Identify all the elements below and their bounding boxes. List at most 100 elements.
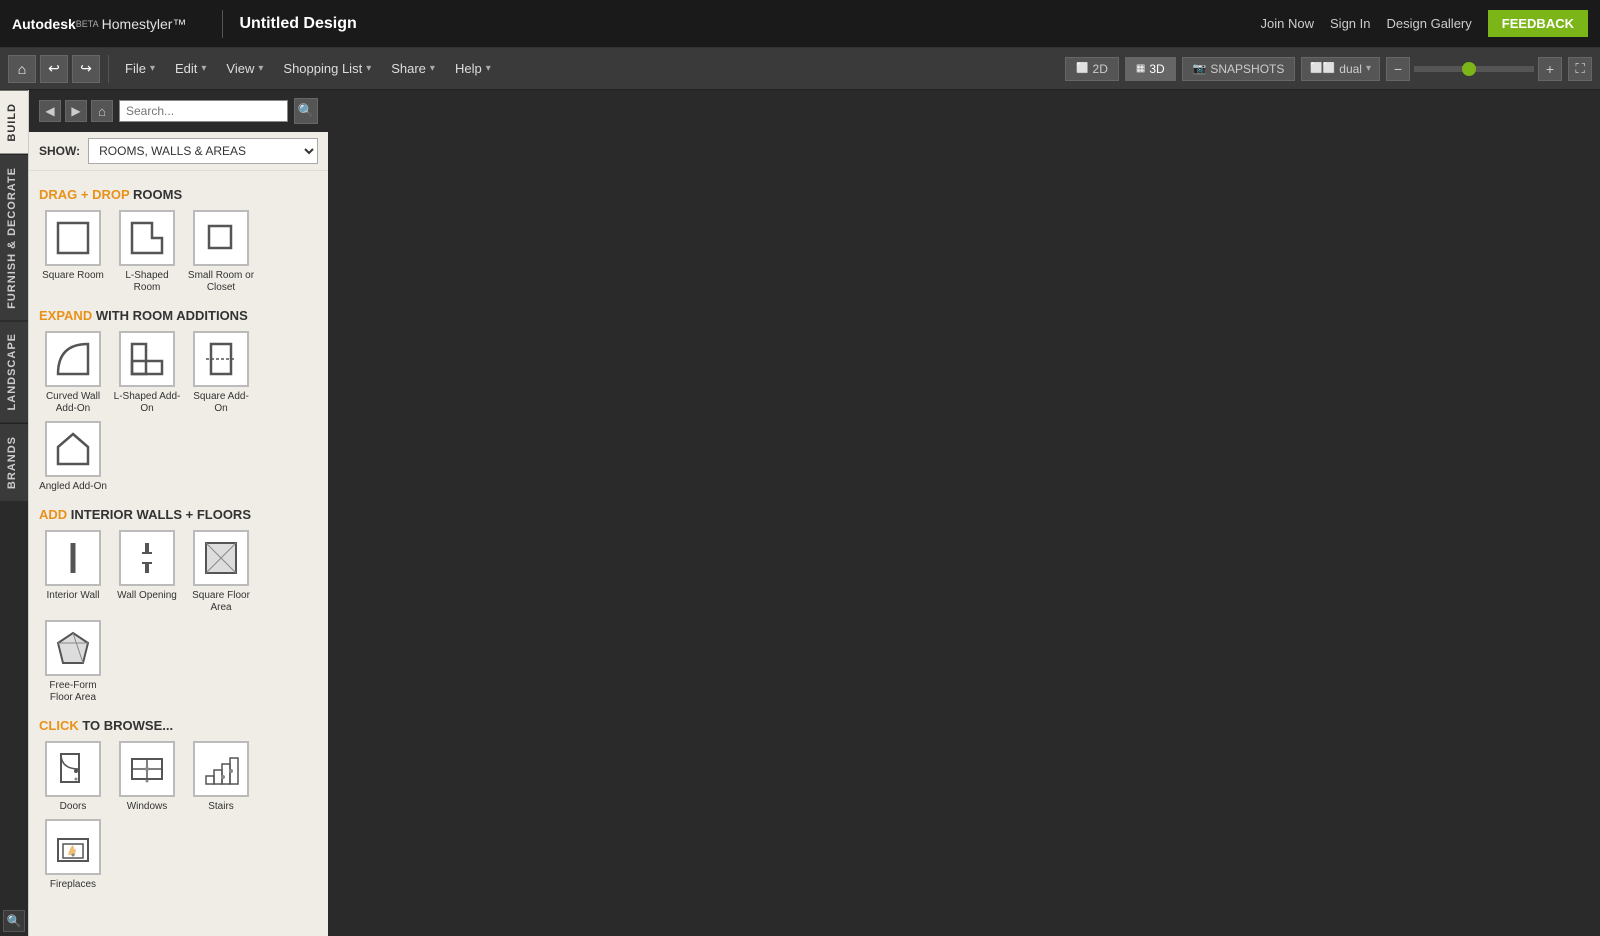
fullscreen-button[interactable]: ⛶ (1568, 57, 1592, 81)
file-arrow: ▾ (150, 63, 155, 74)
curved-wall-item[interactable]: Curved Wall Add-On (39, 331, 107, 415)
share-arrow: ▾ (430, 63, 435, 74)
edit-menu[interactable]: Edit ▾ (167, 55, 214, 83)
right-panel: ◀ ▶ ⌂ 🔍 SHOW: ROOMS, WALLS & AREAS FLOOR… (28, 90, 328, 936)
dual-button[interactable]: ⬜⬜ dual ▾ (1301, 57, 1380, 81)
main-area: ↺ ↻ ▲ ▼ ◀ ▶ ✛ (0, 90, 1600, 936)
zoom-slider[interactable] (1414, 66, 1534, 72)
windows-label: Windows (127, 801, 168, 813)
edit-arrow: ▾ (201, 63, 206, 74)
feedback-button[interactable]: FEEDBACK (1488, 10, 1588, 37)
toolbar: ⌂ ↩ ↪ File ▾ Edit ▾ View ▾ Shopping List… (0, 48, 1600, 90)
square-floor-icon (193, 530, 249, 586)
brands-tab[interactable]: BRANDS (0, 423, 28, 501)
wall-opening-icon (119, 530, 175, 586)
windows-item[interactable]: Windows (113, 741, 181, 813)
free-form-floor-label: Free-Form Floor Area (39, 680, 107, 704)
l-add-on-label: L-Shaped Add-On (113, 391, 181, 415)
square-add-on-label: Square Add-On (187, 391, 255, 415)
furnish-decorate-tab[interactable]: FURNISH & DECORATE (0, 154, 28, 321)
show-select[interactable]: ROOMS, WALLS & AREAS FLOOR PLAN 3D VIEW (88, 138, 318, 164)
design-gallery-link[interactable]: Design Gallery (1387, 16, 1472, 31)
undo-button[interactable]: ↩ (40, 55, 68, 83)
landscape-tab[interactable]: LANDSCAPE (0, 320, 28, 422)
doors-item[interactable]: Doors (39, 741, 107, 813)
panel-search-button[interactable]: 🔍 (294, 98, 318, 124)
l-add-on-item[interactable]: L-Shaped Add-On (113, 331, 181, 415)
help-arrow: ▾ (486, 63, 491, 74)
stairs-item[interactable]: Stairs (187, 741, 255, 813)
autodesk-text: Autodesk (12, 16, 76, 32)
join-now-link[interactable]: Join Now (1261, 16, 1314, 31)
rooms-section-title: DRAG + DROP ROOMS (39, 187, 318, 202)
toolbar-separator (108, 55, 109, 83)
free-form-floor-item[interactable]: Free-Form Floor Area (39, 620, 107, 704)
share-menu[interactable]: Share ▾ (383, 55, 443, 83)
zoom-out-button[interactable]: − (1386, 57, 1410, 81)
2d-view-button[interactable]: ⬜ 2D (1065, 57, 1119, 81)
help-menu[interactable]: Help ▾ (447, 55, 499, 83)
shopping-arrow: ▾ (366, 63, 371, 74)
square-floor-label: Square Floor Area (187, 590, 255, 614)
small-room-item[interactable]: Small Room or Closet (187, 210, 255, 294)
interior-wall-icon (45, 530, 101, 586)
panel-search-input[interactable] (119, 100, 288, 122)
stairs-label: Stairs (208, 801, 234, 813)
panel-content: DRAG + DROP ROOMS Square Room (29, 171, 328, 936)
top-bar: Autodesk BETA Homestyler™ Untitled Desig… (0, 0, 1600, 48)
panel-back-button[interactable]: ◀ (39, 100, 61, 122)
square-add-on-item[interactable]: Square Add-On (187, 331, 255, 415)
3d-view-button[interactable]: ▦ 3D (1125, 57, 1176, 81)
additions-section-title: EXPAND WITH ROOM ADDITIONS (39, 308, 318, 323)
logo-divider (222, 10, 223, 38)
square-room-icon (45, 210, 101, 266)
view-menu[interactable]: View ▾ (218, 55, 271, 83)
zoom-controls: − + (1386, 57, 1562, 81)
panel-nav: ◀ ▶ ⌂ (39, 100, 113, 122)
interior-wall-item[interactable]: Interior Wall (39, 530, 107, 614)
side-tabs-container: BUILD FURNISH & DECORATE LANDSCAPE BRAND… (0, 90, 28, 936)
walls-section-title: ADD INTERIOR WALLS + FLOORS (39, 507, 318, 522)
l-shaped-room-icon (119, 210, 175, 266)
view-arrow: ▾ (258, 63, 263, 74)
wall-opening-label: Wall Opening (117, 590, 177, 602)
product-name: Homestyler™ (102, 16, 187, 32)
fireplaces-item[interactable]: Fireplaces (39, 819, 107, 891)
small-room-icon (193, 210, 249, 266)
top-right-links: Join Now Sign In Design Gallery FEEDBACK (1261, 10, 1588, 37)
home-button[interactable]: ⌂ (8, 55, 36, 83)
panel-forward-button[interactable]: ▶ (65, 100, 87, 122)
curved-wall-label: Curved Wall Add-On (39, 391, 107, 415)
square-floor-item[interactable]: Square Floor Area (187, 530, 255, 614)
square-room-label: Square Room (42, 270, 104, 282)
zoom-in-button[interactable]: + (1538, 57, 1562, 81)
doors-label: Doors (60, 801, 87, 813)
show-label: SHOW: (39, 144, 80, 158)
build-tab[interactable]: BUILD (0, 90, 28, 154)
windows-icon (119, 741, 175, 797)
panel-home-button[interactable]: ⌂ (91, 100, 113, 122)
snapshots-button[interactable]: 📷 SNAPSHOTS (1182, 57, 1296, 81)
side-search-button[interactable]: 🔍 (3, 910, 25, 932)
file-menu[interactable]: File ▾ (117, 55, 163, 83)
zoom-thumb[interactable] (1462, 62, 1476, 76)
l-shaped-room-label: L-Shaped Room (113, 270, 181, 294)
browse-grid: Doors Windows (39, 741, 318, 891)
toolbar-right: ⬜ 2D ▦ 3D 📷 SNAPSHOTS ⬜⬜ dual ▾ − + ⛶ (1065, 57, 1592, 81)
shopping-list-menu[interactable]: Shopping List ▾ (275, 55, 379, 83)
side-tab-spacer (0, 501, 28, 906)
side-tabs: BUILD FURNISH & DECORATE LANDSCAPE BRAND… (0, 90, 28, 936)
l-shaped-room-item[interactable]: L-Shaped Room (113, 210, 181, 294)
angled-add-on-label: Angled Add-On (39, 481, 107, 493)
panel-header: ◀ ▶ ⌂ 🔍 (29, 90, 328, 132)
square-room-item[interactable]: Square Room (39, 210, 107, 294)
stairs-icon (193, 741, 249, 797)
angled-add-on-icon (45, 421, 101, 477)
angled-add-on-item[interactable]: Angled Add-On (39, 421, 107, 493)
fireplaces-label: Fireplaces (50, 879, 96, 891)
redo-button[interactable]: ↪ (72, 55, 100, 83)
beta-badge: BETA (76, 19, 99, 29)
sign-in-link[interactable]: Sign In (1330, 16, 1370, 31)
additions-grid: Curved Wall Add-On L-Shaped Add-On (39, 331, 318, 493)
wall-opening-item[interactable]: Wall Opening (113, 530, 181, 614)
